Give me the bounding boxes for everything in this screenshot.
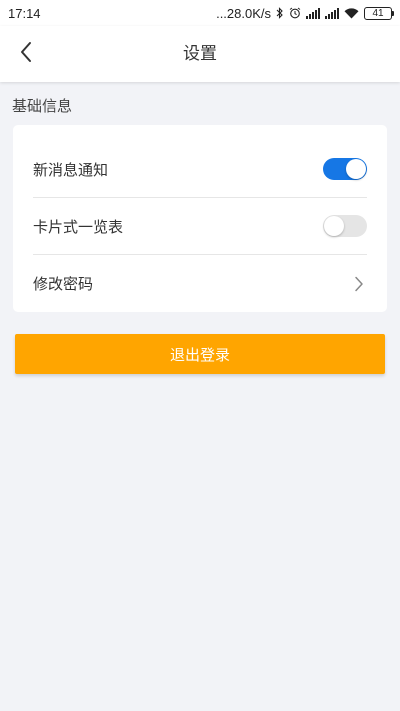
new-message-notification-toggle[interactable] [323,158,367,180]
settings-row-label: 新消息通知 [33,161,109,179]
alarm-icon [289,7,301,19]
status-icons: ...28.0K/s 41 [216,5,394,21]
chevron-left-icon [19,41,33,68]
status-time: 17:14 [8,5,41,21]
network-speed: ...28.0K/s [216,5,271,21]
settings-row-change-password[interactable]: 修改密码 [33,255,367,312]
card-overview-toggle[interactable] [323,215,367,237]
battery-icon: 41 [364,6,394,20]
settings-row-new-message-notification[interactable]: 新消息通知 [33,141,367,198]
page-title: 设置 [183,44,217,63]
back-button[interactable] [10,38,42,70]
settings-row-card-overview[interactable]: 卡片式一览表 [33,198,367,255]
status-bar: 17:14 ...28.0K/s 41 [0,0,400,26]
settings-row-label: 卡片式一览表 [33,218,124,236]
navigation-bar: 设置 [0,26,400,82]
toggle-knob [346,159,366,179]
wifi-icon [344,7,359,19]
signal-icon [325,7,339,19]
settings-card: 新消息通知 卡片式一览表 修改密码 [13,125,387,312]
toggle-knob [324,216,344,236]
section-title: 基础信息 [12,98,73,115]
bluetooth-icon [276,7,284,19]
battery-level: 41 [372,7,384,19]
logout-button[interactable]: 退出登录 [15,334,385,374]
signal-icon [306,7,320,19]
settings-row-label: 修改密码 [33,276,94,293]
chevron-right-icon [351,275,367,293]
